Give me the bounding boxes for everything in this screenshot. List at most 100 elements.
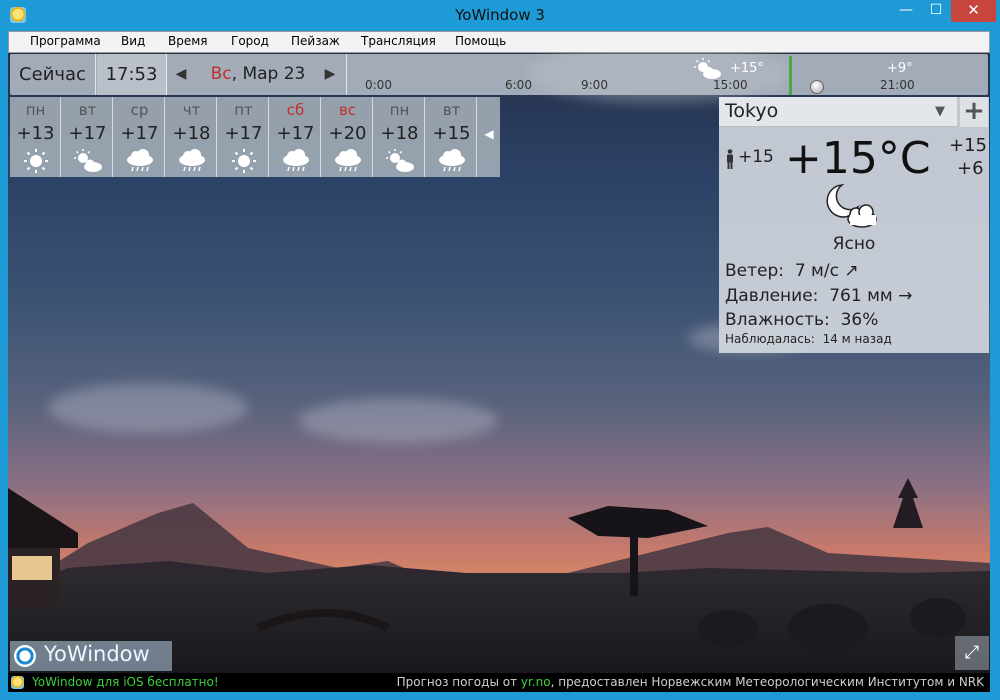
logo-text: YoWindow: [44, 642, 150, 666]
forecast-day-name: вт: [442, 101, 461, 119]
observed-value: 14 м назад: [822, 332, 892, 346]
date-day: Вс: [210, 64, 232, 84]
close-button[interactable]: ✕: [951, 0, 996, 22]
forecast-day-temp: +18: [380, 123, 419, 144]
chevron-down-icon[interactable]: ▼: [935, 104, 945, 119]
forecast-day[interactable]: чт +18: [166, 97, 217, 177]
forecast-day-temp: +18: [172, 123, 211, 144]
ios-promo-link[interactable]: YoWindow для iOS бесплатно!: [32, 675, 219, 689]
moon-marker-icon: [810, 80, 824, 94]
menu-city[interactable]: Город: [231, 34, 269, 48]
timeline[interactable]: 0:00 6:00 9:00 15:00 21:00 +15° +9°: [346, 54, 988, 95]
status-bar: YoWindow для iOS бесплатно! Прогноз пого…: [8, 673, 990, 692]
forecast-day[interactable]: вт +17: [62, 97, 113, 177]
forecast-day[interactable]: пн +18: [374, 97, 425, 177]
sun-cloud-icon: [385, 149, 415, 173]
low-temp: +6: [957, 158, 984, 179]
forecast-strip: пн +13 вт +17 ср +17 чт +18 пт +17 сб +17 вс +20 пн +18…: [10, 97, 500, 177]
minimize-button[interactable]: —: [891, 0, 921, 22]
forecast-day-name: пн: [25, 101, 46, 119]
forecast-day-name: вт: [78, 101, 97, 119]
rain-icon: [437, 149, 467, 173]
current-temperature: +15°C: [785, 133, 931, 184]
menu-broadcast[interactable]: Трансляция: [361, 34, 436, 48]
pressure-value: 761 мм →: [829, 286, 913, 306]
maximize-button[interactable]: ☐: [921, 0, 951, 22]
menu-landscape[interactable]: Пейзаж: [291, 34, 340, 48]
rain-icon: [333, 149, 363, 173]
yr-link[interactable]: yr.no: [521, 675, 551, 689]
current-time[interactable]: 17:53: [97, 54, 167, 95]
sun-cloud-icon: [73, 149, 103, 173]
condition-text: Ясно: [832, 234, 876, 254]
landscape-silhouettes: [8, 478, 966, 652]
pressure-label: Давление:: [725, 286, 819, 306]
forecast-day-name: ср: [130, 101, 149, 119]
menu-time[interactable]: Время: [168, 34, 208, 48]
forecast-day-name: чт: [182, 101, 201, 119]
collapse-arrow-icon[interactable]: ◀: [480, 127, 498, 147]
high-temp: +15: [949, 135, 987, 156]
humidity-row: Влажность: 36%: [725, 310, 878, 330]
now-button[interactable]: Сейчас: [10, 54, 96, 95]
sun-icon: [229, 149, 259, 173]
add-city-button[interactable]: +: [960, 97, 988, 127]
prev-day-arrow-icon[interactable]: ◀: [173, 54, 189, 95]
current-date[interactable]: Вс, Мар 23: [193, 54, 323, 95]
moon-cloud-icon: [826, 184, 877, 228]
wind-value: 7 м/с ↗: [794, 261, 859, 281]
feels-like-temp: +15: [738, 147, 774, 167]
current-conditions-panel: Tokyo ▼ + +15 +15°C +15 +6 Ясно Ветер: 7…: [719, 97, 989, 353]
forecast-day-name: сб: [286, 101, 305, 119]
now-marker: [789, 56, 792, 95]
next-day-arrow-icon[interactable]: ▶: [322, 54, 338, 95]
timeline-temp: +9°: [887, 61, 913, 76]
fullscreen-button[interactable]: ⤢: [955, 636, 989, 670]
app-window: YoWindow 3 — ☐ ✕ Программа Вид Время Гор…: [0, 0, 1000, 700]
city-select[interactable]: Tokyo ▼: [719, 97, 957, 127]
forecast-day[interactable]: пт +17: [218, 97, 269, 177]
forecast-day-temp: +17: [224, 123, 263, 144]
app-icon: [11, 676, 24, 689]
forecast-day-temp: +15: [432, 123, 471, 144]
person-icon: [727, 149, 733, 169]
menu-program[interactable]: Программа: [30, 34, 101, 48]
credit-suffix: , предоставлен Норвежским Метеорологичес…: [550, 675, 984, 689]
sun-cloud-icon: [694, 58, 721, 79]
wind-label: Ветер:: [725, 261, 785, 281]
forecast-day-temp: +17: [68, 123, 107, 144]
yowindow-logo[interactable]: YoWindow: [10, 641, 172, 671]
timeline-tick: 15:00: [713, 78, 748, 92]
expand-icon: ⤢: [964, 642, 980, 663]
rain-icon: [125, 149, 155, 173]
forecast-day[interactable]: сб +17: [270, 97, 321, 177]
forecast-credit: Прогноз погоды от yr.no, предоставлен Но…: [397, 675, 984, 689]
credit-prefix: Прогноз погоды от: [396, 675, 521, 689]
humidity-label: Влажность:: [725, 310, 830, 330]
menu-help[interactable]: Помощь: [455, 34, 506, 48]
sun-icon: [21, 149, 51, 173]
wind-row: Ветер: 7 м/с ↗: [725, 261, 859, 281]
forecast-day[interactable]: вс +20: [322, 97, 373, 177]
forecast-day-temp: +20: [328, 123, 367, 144]
timeline-temp: +15°: [730, 61, 764, 76]
forecast-day[interactable]: вт +15: [426, 97, 477, 177]
forecast-day-temp: +17: [276, 123, 315, 144]
timeline-tick: 21:00: [880, 78, 915, 92]
pressure-row: Давление: 761 мм →: [725, 286, 912, 306]
timeline-tick: 9:00: [581, 78, 608, 92]
timeline-tick: 6:00: [505, 78, 532, 92]
humidity-value: 36%: [840, 310, 879, 330]
forecast-day[interactable]: ср +17: [114, 97, 165, 177]
window-title: YoWindow 3: [455, 6, 545, 24]
forecast-day-temp: +17: [120, 123, 159, 144]
forecast-day[interactable]: пн +13: [10, 97, 61, 177]
menu-bar: Программа Вид Время Город Пейзаж Трансля…: [8, 31, 990, 53]
time-bar: Сейчас 17:53 ◀ Вс, Мар 23 ▶ 0:00 6:00 9:…: [10, 54, 988, 95]
title-bar[interactable]: YoWindow 3 — ☐ ✕: [0, 0, 1000, 30]
weather-scene: Сейчас 17:53 ◀ Вс, Мар 23 ▶ 0:00 6:00 9:…: [8, 53, 990, 692]
forecast-day-name: пт: [234, 101, 253, 119]
menu-view[interactable]: Вид: [121, 34, 145, 48]
forecast-day-name: вс: [338, 101, 357, 119]
observed-label: Наблюдалась:: [725, 332, 815, 346]
